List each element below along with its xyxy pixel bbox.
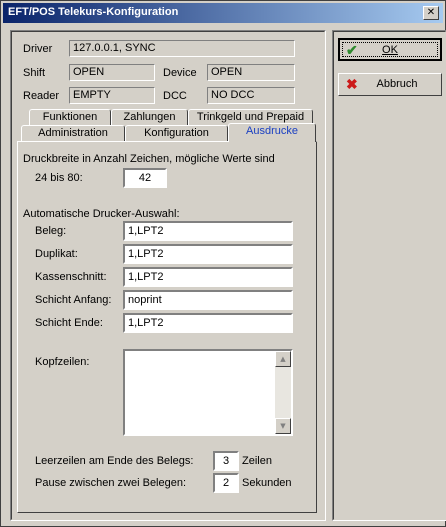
abbruch-button-label: Abbruch — [376, 78, 418, 90]
ok-button-label: OK — [382, 44, 398, 56]
button-panel — [332, 30, 446, 521]
scroll-down-icon: ▼ — [280, 422, 286, 430]
driver-value: 127.0.0.1, SYNC — [69, 40, 295, 57]
title-bar[interactable]: EFT/POS Telekurs-Konfiguration ✕ — [3, 3, 443, 23]
abbruch-button[interactable]: ✖ Abbruch — [338, 73, 442, 96]
schicht-ende-label: Schicht Ende: — [35, 317, 103, 329]
reader-label: Reader — [23, 90, 60, 102]
dcc-value: NO DCC — [207, 87, 295, 104]
close-icon: ✕ — [426, 7, 436, 18]
schicht-anfang-printer-input[interactable]: noprint — [123, 290, 293, 310]
dcc-label: DCC — [163, 90, 187, 102]
scroll-down-button[interactable]: ▼ — [275, 418, 291, 434]
shift-label: Shift — [23, 67, 46, 79]
window-title: EFT/POS Telekurs-Konfiguration — [8, 6, 179, 18]
druckbreite-range-label: 24 bis 80: — [35, 172, 83, 184]
schicht-ende-printer-input[interactable]: 1,LPT2 — [123, 313, 293, 333]
pause-unit: Sekunden — [242, 477, 292, 489]
reader-value: EMPTY — [69, 87, 155, 104]
auto-printer-heading: Automatische Drucker-Auswahl: — [23, 208, 180, 220]
shift-value: OPEN — [69, 64, 155, 81]
duplikat-printer-input[interactable]: 1,LPT2 — [123, 244, 293, 264]
kassenschnitt-printer-input[interactable]: 1,LPT2 — [123, 267, 293, 287]
close-button[interactable]: ✕ — [423, 6, 439, 20]
tab-zahlungen[interactable]: Zahlungen — [111, 109, 188, 125]
tab-ausdrucke[interactable]: Ausdrucke — [228, 123, 316, 142]
leerzeilen-label: Leerzeilen am Ende des Belegs: — [35, 455, 194, 467]
leerzeilen-input[interactable]: 3 — [213, 451, 239, 471]
kopfzeilen-label: Kopfzeilen: — [35, 356, 90, 368]
leerzeilen-unit: Zeilen — [242, 455, 272, 467]
schicht-anfang-label: Schicht Anfang: — [35, 294, 112, 306]
device-value: OPEN — [207, 64, 295, 81]
kopfzeilen-textarea[interactable]: ▲ ▼ — [123, 349, 293, 436]
scroll-up-button[interactable]: ▲ — [275, 351, 291, 367]
kopfzeilen-scrollbar[interactable]: ▲ ▼ — [275, 351, 291, 434]
device-label: Device — [163, 67, 197, 79]
config-window: EFT/POS Telekurs-Konfiguration ✕ Driver … — [0, 0, 446, 527]
pause-input[interactable]: 2 — [213, 473, 239, 493]
scroll-up-icon: ▲ — [280, 355, 286, 363]
duplikat-label: Duplikat: — [35, 248, 78, 260]
druckbreite-label: Druckbreite in Anzahl Zeichen, mögliche … — [23, 153, 275, 165]
beleg-printer-input[interactable]: 1,LPT2 — [123, 221, 293, 241]
tab-administration[interactable]: Administration — [21, 125, 125, 141]
ok-button[interactable]: ✔ OK — [338, 38, 442, 61]
kassenschnitt-label: Kassenschnitt: — [35, 271, 107, 283]
driver-label: Driver — [23, 43, 53, 55]
tab-funktionen[interactable]: Funktionen — [29, 109, 111, 125]
druckbreite-input[interactable]: 42 — [123, 168, 167, 188]
beleg-label: Beleg: — [35, 225, 67, 237]
tab-konfiguration[interactable]: Konfiguration — [125, 125, 228, 141]
pause-label: Pause zwischen zwei Belegen: — [35, 477, 187, 489]
